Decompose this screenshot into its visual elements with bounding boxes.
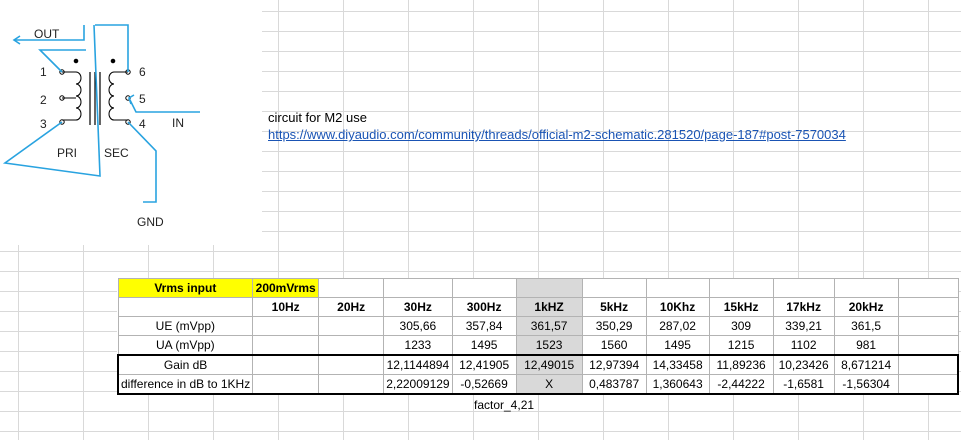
header-row: 10Hz 20Hz 30Hz 300Hz 1kHZ 5kHz 10Khz 15k… [117,297,959,317]
pin-2-label: 2 [40,93,47,107]
table-cell[interactable]: 1,360643 [645,374,710,395]
table-cell[interactable] [318,374,385,395]
table-cell[interactable]: 1233 [383,335,453,356]
table-cell[interactable]: 0,483787 [581,374,647,395]
table-cell[interactable]: 305,66 [383,316,453,336]
table-row: UE (mVpp) 305,66 357,84 361,57 350,29 28… [117,316,959,336]
table-cell[interactable]: 287,02 [645,316,710,336]
table-cell[interactable]: -0,52669 [451,374,517,395]
transformer-schematic: OUT 1 2 3 4 5 6 IN PRI SEC GND [2,24,200,229]
pin-4-label: 4 [139,117,146,131]
table-row: difference in dB to 1KHz 2,22009129 -0,5… [117,374,960,395]
signal-wires [2,24,200,203]
table-cell[interactable] [252,335,320,356]
pin-3-label: 3 [40,117,47,131]
header-cell[interactable]: 5kHz [581,297,647,317]
table-cell[interactable]: 12,49015 [515,354,583,375]
table-cell[interactable] [252,374,320,395]
table-cell[interactable]: 361,57 [515,316,583,336]
table-cell[interactable]: 2,22009129 [383,374,453,395]
factor-note[interactable]: factor_4,21 [474,398,534,412]
table-cell[interactable]: 339,21 [772,316,835,336]
header-cell[interactable]: 10Hz [252,297,320,317]
note-title: circuit for M2 use [268,110,367,125]
table-cell[interactable]: 1523 [515,335,583,356]
in-label: IN [172,116,184,130]
table-cell[interactable] [318,316,385,336]
secondary-coil [108,58,131,125]
table-cell[interactable]: 1560 [581,335,647,356]
primary-coil [59,58,82,125]
header-cell[interactable]: 300Hz [451,297,517,317]
table-row: UA (mVpp) 1233 1495 1523 1560 1495 1215 … [117,335,959,356]
table-cell[interactable]: 309 [708,316,774,336]
header-cell[interactable]: 30Hz [383,297,453,317]
table-cell[interactable]: 361,5 [833,316,899,336]
table-cell[interactable]: 12,97394 [581,354,647,375]
table-cell[interactable]: 8,671214 [833,354,899,375]
vrms-input-value[interactable]: 200mVrms [252,278,320,298]
measurement-table: Vrms input 200mVrms 10Hz 20Hz 30Hz 300Hz… [117,278,960,395]
table-cell[interactable]: 1495 [451,335,517,356]
table-cell[interactable]: 12,41905 [451,354,517,375]
table-cell[interactable]: 10,23426 [772,354,835,375]
header-cell[interactable]: 17kHz [772,297,835,317]
gnd-label: GND [137,215,164,229]
transformer-core [89,72,101,125]
table-cell[interactable]: -1,6581 [772,374,835,395]
circuit-note: circuit for M2 use https://www.diyaudio.… [268,109,846,143]
row-label[interactable]: UE (mVpp) [117,316,254,336]
table-row: Gain dB 12,1144894 12,41905 12,49015 12,… [117,354,960,375]
out-label: OUT [34,27,60,41]
pri-label: PRI [57,146,77,160]
table-cell[interactable]: 14,33458 [645,354,710,375]
input-row: Vrms input 200mVrms [117,278,959,298]
table-cell[interactable]: 1495 [645,335,710,356]
header-cell[interactable]: 15kHz [708,297,774,317]
table-cell[interactable]: 1215 [708,335,774,356]
table-cell[interactable] [252,316,320,336]
table-cell[interactable] [318,354,385,375]
sec-label: SEC [104,146,129,160]
table-cell[interactable]: -2,44222 [708,374,774,395]
table-cell[interactable] [252,354,320,375]
pin-1-label: 1 [40,65,47,79]
forum-link[interactable]: https://www.diyaudio.com/community/threa… [268,127,846,142]
row-label[interactable]: difference in dB to 1KHz [117,374,254,395]
table-cell[interactable]: 350,29 [581,316,647,336]
pin-6-label: 6 [139,65,146,79]
table-cell[interactable]: 981 [833,335,899,356]
table-cell[interactable]: 12,1144894 [383,354,453,375]
header-cell[interactable]: 20kHz [833,297,899,317]
header-cell[interactable]: 20Hz [318,297,385,317]
pin-5-label: 5 [139,92,146,106]
table-cell[interactable]: -1,56304 [833,374,899,395]
vrms-input-label[interactable]: Vrms input [117,278,254,298]
row-label[interactable]: UA (mVpp) [117,335,254,356]
table-cell[interactable] [318,335,385,356]
row-label[interactable]: Gain dB [117,354,254,375]
table-cell[interactable]: 357,84 [451,316,517,336]
table-cell[interactable]: X [515,374,583,395]
table-cell[interactable]: 11,89236 [708,354,774,375]
header-cell[interactable]: 1kHZ [515,297,583,317]
table-cell[interactable]: 1102 [772,335,835,356]
header-cell[interactable]: 10Khz [645,297,710,317]
